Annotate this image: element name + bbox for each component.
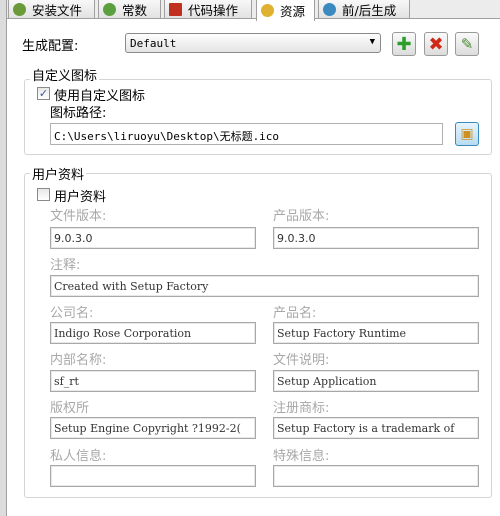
add-icon: ✚ [396,33,412,55]
edit-config-button[interactable]: ✎ [455,32,479,56]
add-config-button[interactable]: ✚ [392,32,416,56]
user-info-legend: 用户资料 [30,164,87,183]
use-custom-icon-checkbox[interactable]: ✓ [37,87,50,100]
file-version-input[interactable]: 9.0.3.0 [50,227,256,249]
tab-code-actions[interactable]: 代码操作 [164,0,252,19]
icon-path-input[interactable]: C:\Users\liruoyu\Desktop\无标题.ico [50,123,443,145]
tab-install-files[interactable]: 安装文件 [8,0,95,19]
product-name-input[interactable]: Setup Factory Runtime [273,322,479,344]
copyright-input[interactable]: Setup Engine Copyright ?1992-2( [50,417,256,439]
build-icon [323,2,336,16]
internal-name-input[interactable]: sf_rt [50,370,256,392]
trademark-label: 注册商标: [273,401,330,416]
company-input[interactable]: Indigo Rose Corporation [50,322,256,344]
product-name-label: 产品名: [273,306,317,321]
resources-icon [261,4,274,17]
delete-config-button[interactable]: ✖ [424,32,448,56]
browse-icon: ▣ [460,126,474,142]
user-info-checkbox-label: 用户资料 [54,190,107,205]
left-border [0,0,7,516]
internal-name-label: 内部名称: [50,353,107,368]
comment-input[interactable]: Created with Setup Factory [50,275,479,297]
gear-icon [13,2,26,16]
trademark-input[interactable]: Setup Factory is a trademark of [273,417,479,439]
special-info-input[interactable] [273,465,479,487]
file-version-label: 文件版本: [50,209,107,224]
product-version-input[interactable]: 9.0.3.0 [273,227,479,249]
build-config-label: 生成配置: [22,39,79,54]
delete-icon: ✖ [428,33,444,55]
private-info-input[interactable] [50,465,256,487]
build-config-dropdown[interactable]: Default ▼ [125,33,381,53]
user-info-checkbox[interactable] [37,188,50,201]
file-description-input[interactable]: Setup Application [273,370,479,392]
icon-path-label: 图标路径: [50,106,107,121]
constants-icon [103,2,116,16]
product-version-label: 产品版本: [273,209,330,224]
custom-icon-legend: 自定义图标 [30,65,100,84]
browse-icon-button[interactable]: ▣ [455,122,479,146]
tab-constants[interactable]: 常数 [98,0,161,19]
file-description-label: 文件说明: [273,353,330,368]
company-label: 公司名: [50,306,94,321]
edit-icon: ✎ [460,35,474,53]
copyright-label: 版权所 [50,401,90,416]
tab-resources[interactable]: 资源 [256,0,315,21]
special-info-label: 特殊信息: [273,449,330,464]
comment-label: 注释: [50,258,81,273]
tab-bar: 安装文件 常数 代码操作 资源 前/后生成 [0,0,500,21]
tab-pre-post-build[interactable]: 前/后生成 [318,0,410,19]
private-info-label: 私人信息: [50,449,107,464]
script-icon [169,2,182,16]
chevron-down-icon: ▼ [369,37,375,47]
